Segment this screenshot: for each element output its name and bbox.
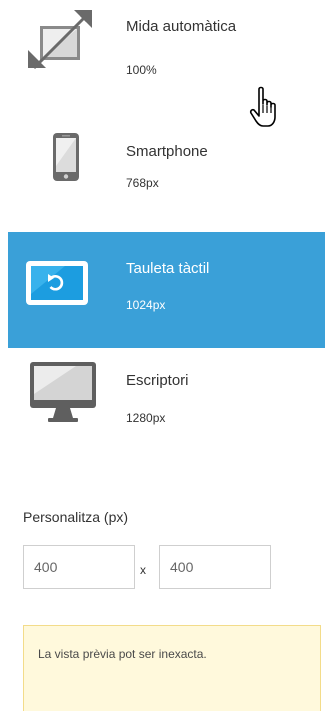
device-label: Escriptori [126,372,189,389]
preview-warning: La vista prèvia pot ser inexacta. [23,625,321,711]
auto-size-icon [20,0,100,116]
desktop-icon [20,348,100,464]
size-separator: x [140,563,146,577]
device-option-smartphone[interactable]: Smartphone 768px [8,116,325,232]
device-size: 100% [126,63,157,77]
device-option-tablet[interactable]: Tauleta tàctil 1024px [8,232,325,348]
custom-height-input[interactable] [159,545,271,589]
smartphone-icon [20,116,100,232]
device-label: Mida automàtica [126,18,237,35]
tablet-icon [20,232,100,348]
custom-size-label: Personalitza (px) [23,509,129,525]
custom-width-input[interactable] [23,545,135,589]
device-list: Mida automàtica 100% Smartphone 768px Ta… [8,0,325,464]
warning-text: La vista prèvia pot ser inexacta. [38,647,207,661]
device-option-desktop[interactable]: Escriptori 1280px [8,348,325,464]
device-size: 1024px [126,298,166,312]
device-size: 1280px [126,411,166,425]
device-preview-panel: Mida automàtica 100% Smartphone 768px Ta… [0,0,325,711]
hand-pointer-icon [248,86,282,130]
device-label: Smartphone [126,143,208,160]
device-size: 768px [126,176,159,190]
device-label: Tauleta tàctil [126,260,210,277]
